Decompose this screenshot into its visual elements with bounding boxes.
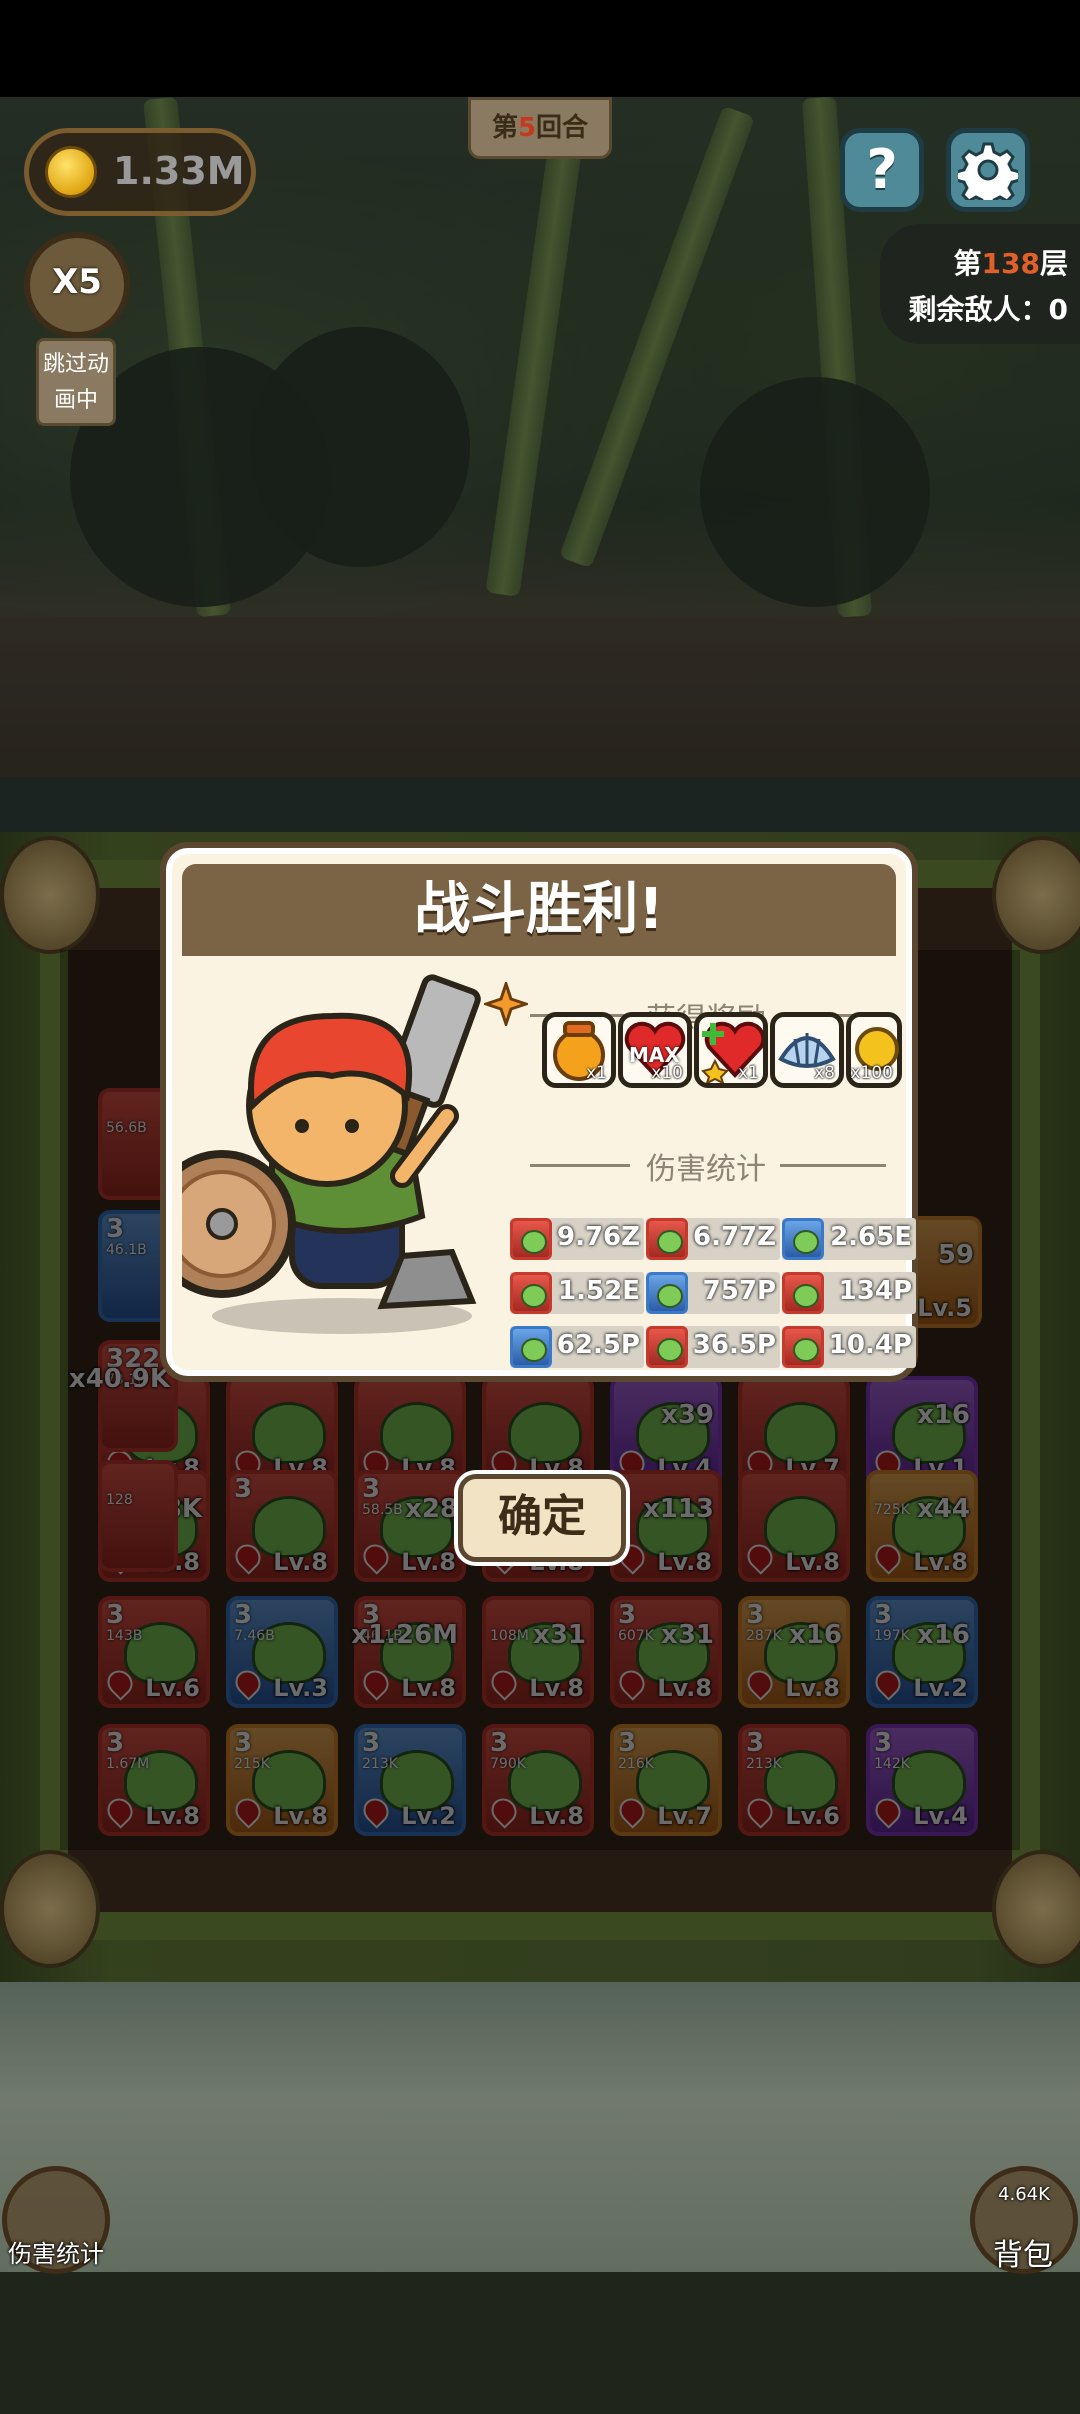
floor-number: 第138层 [953, 247, 1068, 280]
unit-portrait-icon [510, 1218, 552, 1260]
enemies-remaining: 剩余敌人：0 [908, 293, 1068, 326]
damage-value: 2.65E [830, 1222, 912, 1252]
victory-dialog: 战斗胜利! x1 MAX x10 x1 x8 x100 伤害统计 9.76Z 6… [166, 848, 916, 1376]
unit-portrait-icon [782, 1218, 824, 1260]
damage-value: 1.52E [558, 1276, 640, 1306]
divider-line [780, 1164, 886, 1167]
unit-portrait-icon [510, 1326, 552, 1368]
coin-value: 1.33M [113, 149, 245, 193]
dialog-title: 战斗胜利! [182, 864, 896, 956]
damage-entry: 36.5P [646, 1326, 780, 1368]
damage-entry: 134P [782, 1272, 916, 1314]
damage-entry: 62.5P [510, 1326, 644, 1368]
coin-counter: 1.33M [24, 128, 256, 216]
bag-button[interactable]: 4.64K 背包 [970, 2166, 1078, 2274]
reward-shell: x8 [770, 1012, 844, 1088]
gold-coin-icon [45, 146, 97, 198]
hero-warrior-illustration [182, 974, 481, 1334]
damage-stats-title: 伤害统计 [646, 1152, 766, 1187]
damage-entry: 6.77Z [646, 1218, 780, 1260]
damage-entry: 757P [646, 1272, 780, 1314]
damage-value: 9.76Z [556, 1222, 640, 1252]
reward-heart-max: MAX x10 [618, 1012, 692, 1088]
damage-value: 36.5P [692, 1330, 776, 1360]
divider-line [530, 1164, 630, 1167]
damage-entry: 1.52E [510, 1272, 644, 1314]
status-bar-area [0, 0, 1080, 97]
settings-button[interactable] [946, 128, 1030, 212]
unit-portrait-icon [782, 1272, 824, 1314]
damage-entry: 10.4P [782, 1326, 916, 1368]
damage-value: 10.4P [828, 1330, 912, 1360]
unit-portrait-icon [646, 1326, 688, 1368]
unit-portrait-icon [646, 1218, 688, 1260]
floor-info-panel: 第138层 剩余敌人：0 [880, 224, 1080, 344]
speed-button[interactable]: X5 [24, 232, 130, 338]
speed-label: X5 [52, 262, 102, 302]
round-number: 5 [517, 113, 537, 143]
reward-gold-coin: x100 [846, 1012, 902, 1088]
damage-entry: 9.76Z [510, 1218, 644, 1260]
sparkle-icon [484, 982, 528, 1026]
unit-portrait-icon [646, 1272, 688, 1314]
damage-value: 757P [702, 1276, 776, 1306]
help-button[interactable]: ? [840, 128, 924, 212]
reward-heart-plus: x1 [694, 1012, 768, 1088]
damage-entry: 2.65E [782, 1218, 916, 1260]
damage-value: 134P [838, 1276, 912, 1306]
round-indicator: 第5回合 [468, 97, 612, 159]
reward-honey-pot: x1 [542, 1012, 616, 1088]
unit-portrait-icon [510, 1272, 552, 1314]
dialog-body: 获得奖励 x1 MAX x10 x1 [182, 956, 916, 1368]
question-mark-icon: ? [866, 138, 898, 201]
skip-animation-toggle[interactable]: 跳过动 画中 [36, 338, 116, 426]
confirm-button[interactable]: 确定 [458, 1474, 626, 1562]
damage-value: 6.77Z [692, 1222, 776, 1252]
damage-stats-button[interactable]: 伤害统计 [2, 2166, 110, 2274]
unit-portrait-icon [782, 1326, 824, 1368]
damage-value: 62.5P [556, 1330, 640, 1360]
gear-icon [954, 142, 1022, 210]
